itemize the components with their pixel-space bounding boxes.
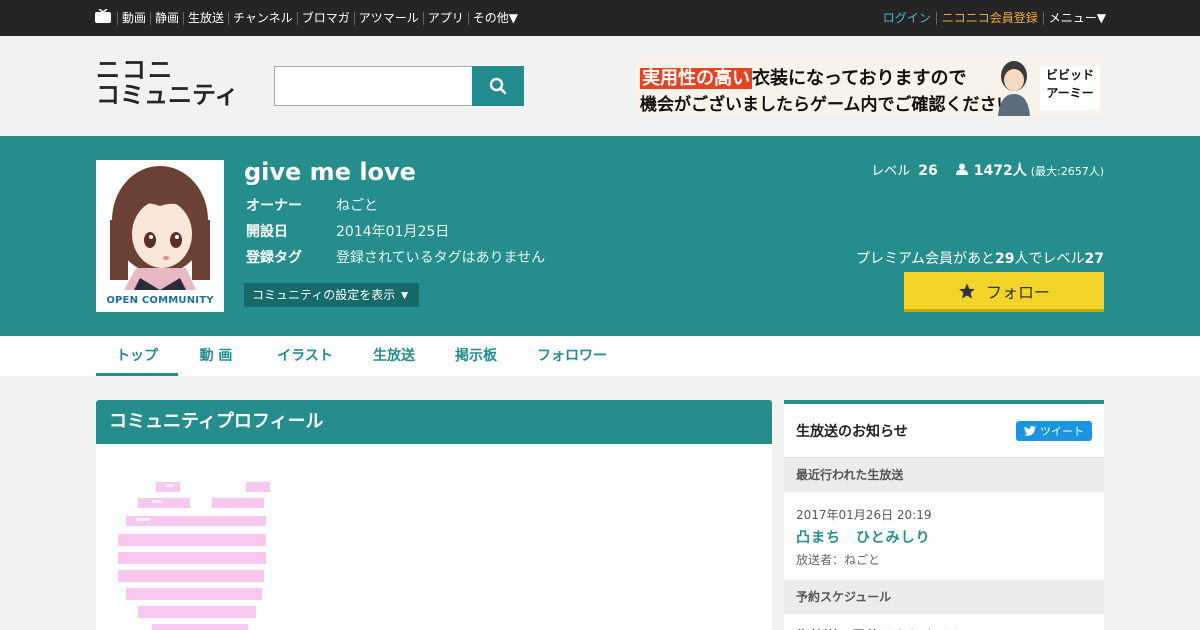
ad-brand-logo: ビビッド アーミー [1040,66,1100,110]
nav-link-more[interactable]: その他▼ [467,11,522,25]
live-notice-header: 生放送のお知らせ ツイート [784,404,1104,458]
premium-middle: 人でレベル [1014,251,1085,267]
premium-count: 29 [995,251,1015,267]
community-type-label: OPEN COMMUNITY [106,295,214,306]
register-link[interactable]: ニコニコ会員登録 [935,11,1043,25]
follow-button-label: フォロー [985,284,1050,302]
ad-line2: 機会がございましたらゲーム内でご確認ください。 [640,95,1031,115]
tab-illust[interactable]: イラスト [262,336,348,376]
show-settings-button[interactable]: コミュニティの設定を表示 ▼ [244,283,419,307]
info-value: 登録されているタグはありません [336,250,546,266]
owner-link[interactable]: ねごと [336,195,378,215]
nav-link-live[interactable]: 生放送 [183,11,228,25]
info-row-tags: 登録タグ 登録されているタグはありません [246,244,545,270]
nav-link-blomaga[interactable]: ブロマガ [296,11,354,25]
ad-banner[interactable]: 実用性の高い 衣装になっておりますので 機会がございましたらゲーム内でご確認くださ… [636,56,1104,116]
tab-followers[interactable]: フォロワー [522,336,622,376]
user-icon [955,163,968,175]
live-notice-panel: 生放送のお知らせ ツイート 最近行われた生放送 2017年01月26日 20:1… [784,400,1104,630]
tab-bbs[interactable]: 掲示板 [440,336,512,376]
live-broadcaster: 放送者：ねごと [796,553,881,567]
premium-notice: プレミアム会員があと29人でレベル27 [856,248,1104,268]
level-label: レベル [871,164,911,179]
search-button[interactable] [472,66,524,106]
community-title: give me love [244,158,416,186]
tab-video[interactable]: 動 画 [178,336,254,376]
tweet-button[interactable]: ツイート [1016,420,1092,441]
community-profile-panel: コミュニティプロフィール [96,400,772,630]
site-logo[interactable]: ニコニ コミュニティ [96,58,256,108]
ad-brand-line2: アーミー [1046,86,1094,100]
site-header: ニコニ コミュニティ 実用性の高い 衣装になっておりますので 機会がございましたら… [0,36,1200,136]
community-tabs: トップ 動 画 イラスト 生放送 掲示板 フォロワー [0,336,1200,376]
nav-link-app[interactable]: アプリ [422,11,468,25]
profile-heading: コミュニティプロフィール [96,400,772,444]
ad-line1: 実用性の高い 衣装になっておりますので [640,64,967,90]
ad-line1-rest: 衣装になっておりますので [752,68,967,89]
pixel-heart-image [118,482,270,630]
live-date: 2017年01月26日 20:19 [796,508,932,522]
star-icon [959,283,975,298]
tab-live[interactable]: 生放送 [358,336,430,376]
tweet-button-label: ツイート [1040,425,1084,438]
community-thumbnail[interactable]: OPEN COMMUNITY [96,160,224,312]
member-count: 1472人 [973,163,1027,179]
premium-prefix: プレミアム会員があと [856,251,996,267]
community-banner: OPEN COMMUNITY give me love オーナー ねごと 開設日… [0,136,1200,336]
info-row-owner: オーナー ねごと [246,192,545,218]
premium-level: 27 [1084,251,1104,267]
info-key: 開設日 [246,224,288,240]
recent-live-heading: 最近行われた生放送 [784,458,1104,492]
community-info: オーナー ねごと 開設日 2014年01月25日 登録タグ 登録されているタグは… [246,192,545,270]
level-value: 26 [918,163,938,179]
tab-top[interactable]: トップ [96,336,178,376]
live-notice-title: 生放送のお知らせ [796,423,908,440]
menu-dropdown[interactable]: メニュー▼ [1042,11,1106,25]
search-icon [489,77,507,95]
max-member-count: (最大:2657人) [1030,165,1104,178]
follow-button[interactable]: フォロー [904,272,1104,312]
nav-link-seiga[interactable]: 静画 [150,11,183,25]
info-key: オーナー [246,198,302,214]
niconico-tv-icon[interactable] [95,9,111,23]
ad-highlight: 実用性の高い [640,68,752,89]
recent-live-item: 2017年01月26日 20:19 凸まち ひとみしり 放送者：ねごと [784,492,1104,580]
search-input[interactable] [274,66,473,106]
ad-character-illustration [998,61,1030,116]
nav-link-channel[interactable]: チャンネル [228,11,297,25]
live-title-link[interactable]: 凸まち ひとみしり [796,527,1092,547]
community-stats: レベル 26 1472人 (最大:2657人) [871,160,1104,180]
schedule-empty-text: 生放送の予約はありません [784,614,1104,630]
nav-link-atsumaru[interactable]: アツマール [353,11,423,25]
logo-line2: コミュニティ [96,81,239,109]
login-link[interactable]: ログイン [878,11,936,25]
global-nav: 動画 静画 生放送 チャンネル ブロマガ アツマール アプリ その他▼ ログイン… [0,0,1200,36]
account-links: ログイン ニコニコ会員登録 メニュー▼ [878,0,1106,36]
info-key: 登録タグ [246,250,302,266]
ad-brand-line1: ビビッド [1045,68,1094,82]
service-links: 動画 静画 生放送 チャンネル ブロマガ アツマール アプリ その他▼ [117,0,522,36]
nav-link-video[interactable]: 動画 [117,11,150,25]
twitter-bird-icon [1024,425,1036,436]
info-row-created: 開設日 2014年01月25日 [246,218,545,244]
logo-line1: ニコニ [96,56,174,84]
schedule-heading: 予約スケジュール [784,580,1104,614]
community-avatar-illustration [96,160,224,290]
info-value: 2014年01月25日 [336,224,450,240]
